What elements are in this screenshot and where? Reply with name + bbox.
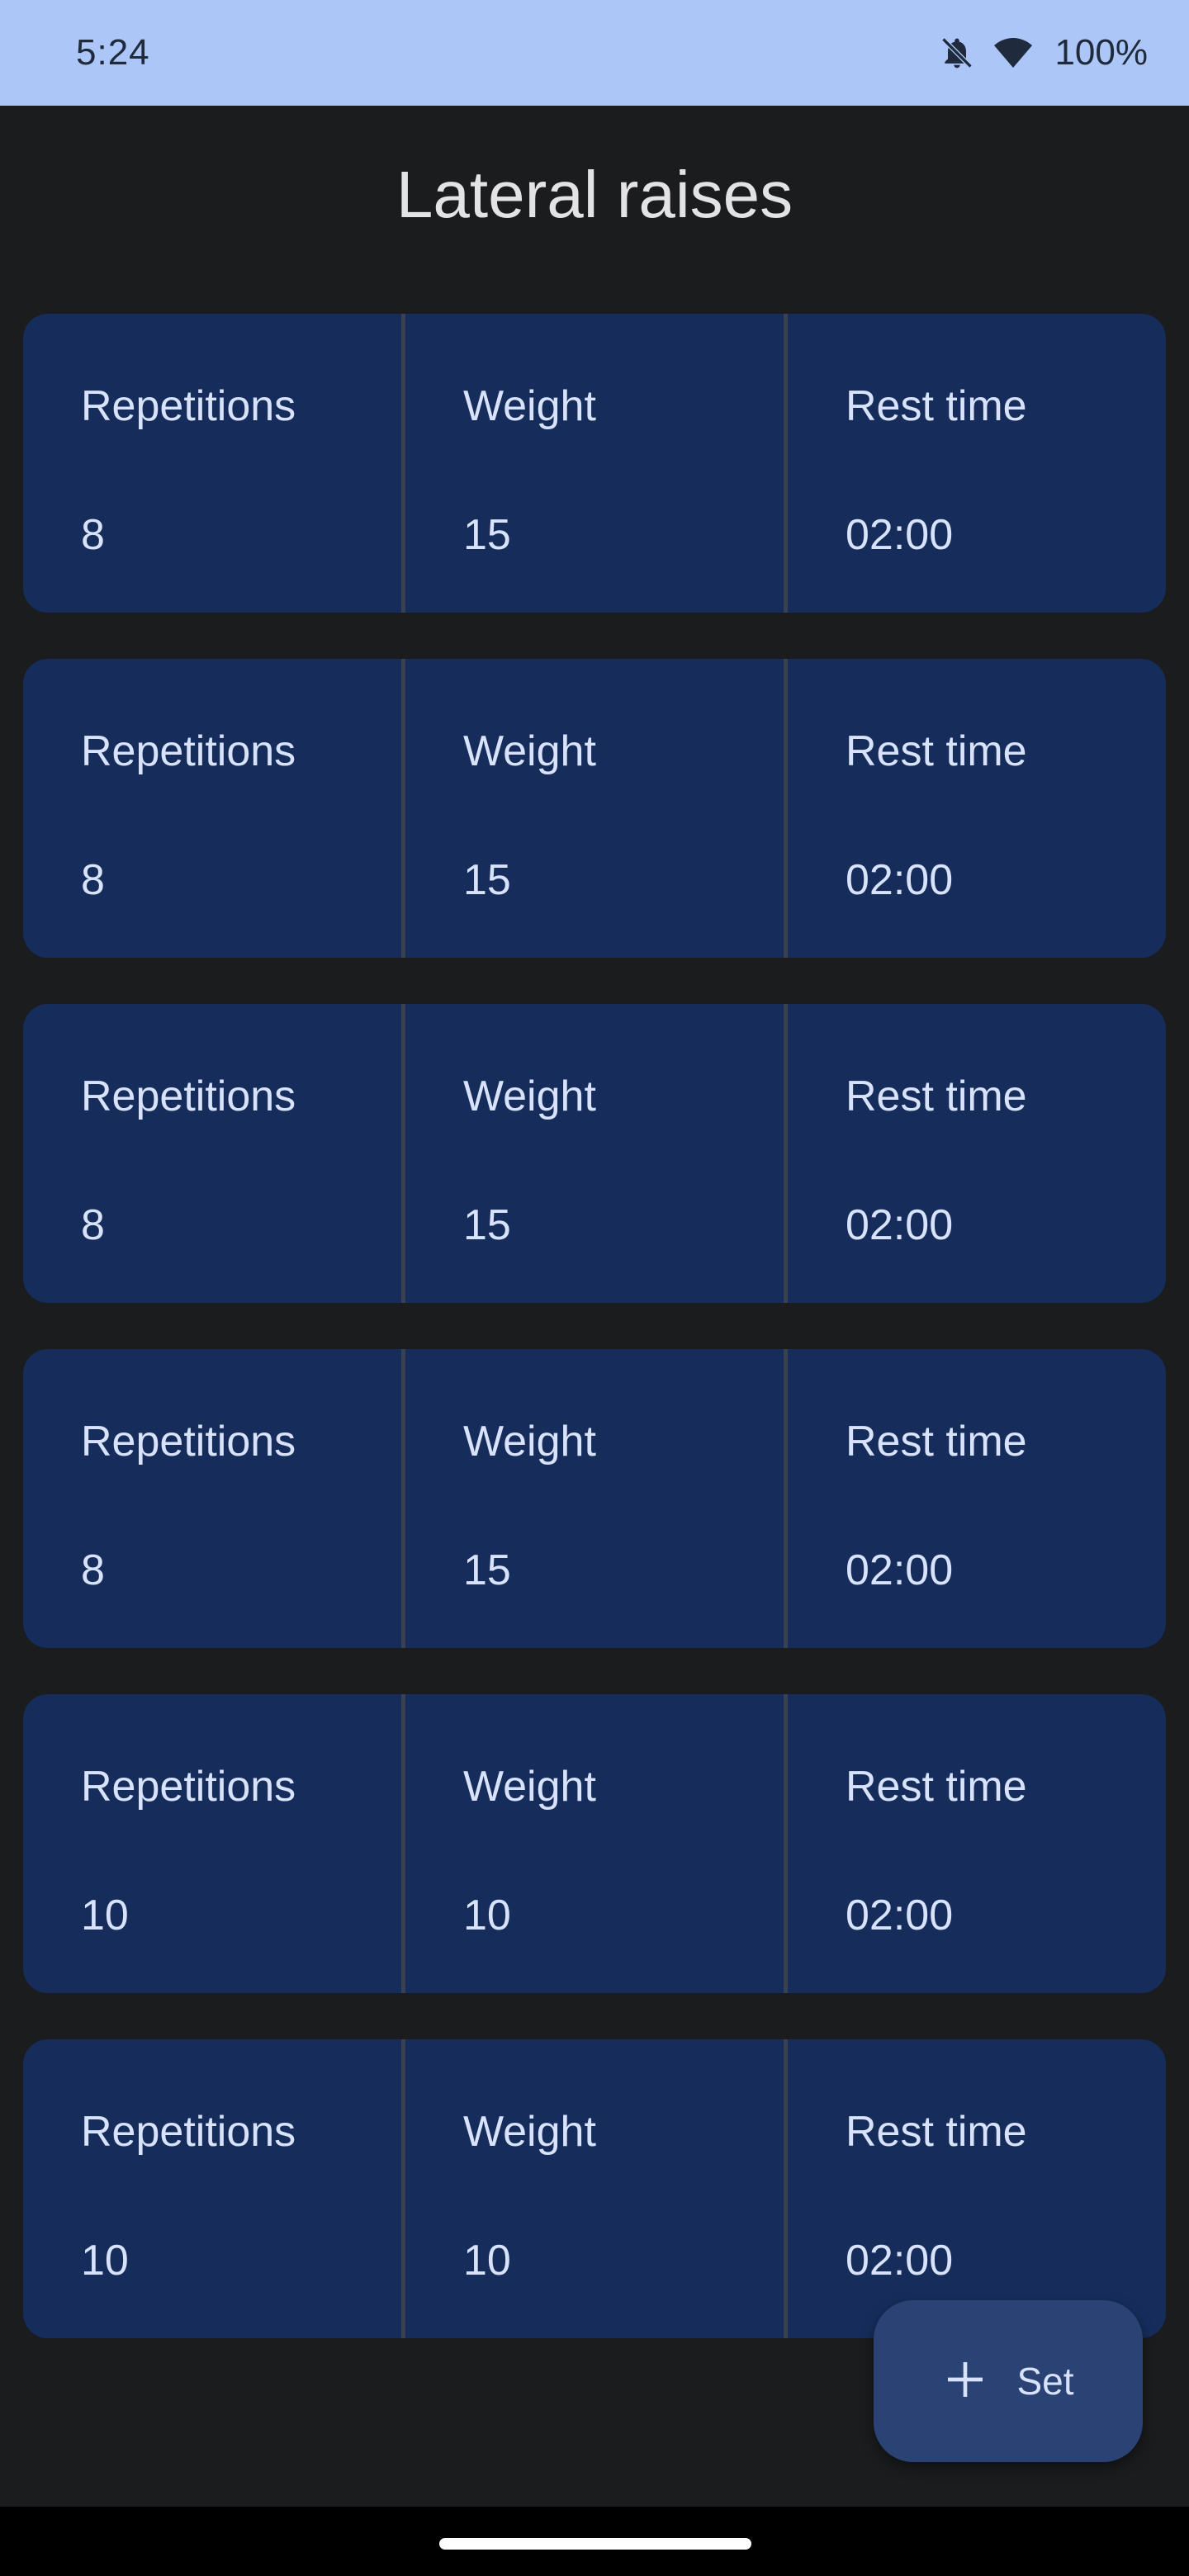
add-set-label: Set <box>1016 2360 1074 2403</box>
notifications-off-icon <box>937 33 977 73</box>
weight-label: Weight <box>463 2108 596 2156</box>
repetitions-cell[interactable]: Repetitions 8 <box>23 314 405 613</box>
navigation-bar <box>0 2507 1189 2576</box>
weight-value: 10 <box>463 2237 511 2285</box>
rest-time-value: 02:00 <box>846 1201 954 1249</box>
repetitions-value: 8 <box>81 511 105 559</box>
rest-time-cell[interactable]: Rest time 02:00 <box>788 314 1166 613</box>
weight-label: Weight <box>463 727 596 775</box>
set-card[interactable]: Repetitions 10 Weight 10 Rest time 02:00 <box>23 1694 1166 1993</box>
rest-time-value: 02:00 <box>846 856 954 904</box>
rest-time-label: Rest time <box>846 2108 1027 2156</box>
rest-time-value: 02:00 <box>846 1892 954 1939</box>
rest-time-label: Rest time <box>846 1418 1027 1466</box>
repetitions-label: Repetitions <box>81 727 296 775</box>
repetitions-value: 8 <box>81 856 105 904</box>
weight-cell[interactable]: Weight 15 <box>405 314 788 613</box>
repetitions-label: Repetitions <box>81 1763 296 1811</box>
set-card[interactable]: Repetitions 8 Weight 15 Rest time 02:00 <box>23 1349 1166 1648</box>
repetitions-value: 8 <box>81 1201 105 1249</box>
page-title: Lateral raises <box>396 158 793 231</box>
rest-time-cell[interactable]: Rest time 02:00 <box>788 1004 1166 1303</box>
set-card[interactable]: Repetitions 8 Weight 15 Rest time 02:00 <box>23 314 1166 613</box>
weight-label: Weight <box>463 1418 596 1466</box>
weight-cell[interactable]: Weight 10 <box>405 1694 788 1993</box>
rest-time-cell[interactable]: Rest time 02:00 <box>788 1694 1166 1993</box>
repetitions-cell[interactable]: Repetitions 10 <box>23 1694 405 1993</box>
set-list: Repetitions 8 Weight 15 Rest time 02:00 Repeti… <box>23 314 1166 2384</box>
rest-time-value: 02:00 <box>846 511 954 559</box>
rest-time-value: 02:00 <box>846 2237 954 2285</box>
repetitions-label: Repetitions <box>81 1418 296 1466</box>
battery-level: 100% <box>1054 32 1148 73</box>
repetitions-cell[interactable]: Repetitions 8 <box>23 659 405 958</box>
repetitions-cell[interactable]: Repetitions 8 <box>23 1349 405 1648</box>
rest-time-label: Rest time <box>846 727 1027 775</box>
repetitions-label: Repetitions <box>81 2108 296 2156</box>
status-bar: 5:24 100% <box>0 0 1189 106</box>
plus-icon <box>942 2356 988 2407</box>
weight-label: Weight <box>463 1073 596 1120</box>
weight-value: 10 <box>463 1892 511 1939</box>
rest-time-cell[interactable]: Rest time 02:00 <box>788 659 1166 958</box>
rest-time-label: Rest time <box>846 1763 1027 1811</box>
rest-time-cell[interactable]: Rest time 02:00 <box>788 1349 1166 1648</box>
weight-cell[interactable]: Weight 10 <box>405 2039 788 2338</box>
set-card[interactable]: Repetitions 8 Weight 15 Rest time 02:00 <box>23 1004 1166 1303</box>
weight-cell[interactable]: Weight 15 <box>405 1004 788 1303</box>
repetitions-cell[interactable]: Repetitions 8 <box>23 1004 405 1303</box>
weight-label: Weight <box>463 382 596 430</box>
repetitions-label: Repetitions <box>81 1073 296 1120</box>
weight-cell[interactable]: Weight 15 <box>405 1349 788 1648</box>
rest-time-cell[interactable]: Rest time 02:00 <box>788 2039 1166 2338</box>
wifi-icon <box>993 33 1033 73</box>
repetitions-cell[interactable]: Repetitions 10 <box>23 2039 405 2338</box>
repetitions-label: Repetitions <box>81 382 296 430</box>
status-icons: 100% <box>937 32 1148 73</box>
weight-label: Weight <box>463 1763 596 1811</box>
set-card[interactable]: Repetitions 8 Weight 15 Rest time 02:00 <box>23 659 1166 958</box>
repetitions-value: 10 <box>81 1892 129 1939</box>
weight-value: 15 <box>463 1201 511 1249</box>
add-set-button[interactable]: Set <box>874 2300 1143 2462</box>
rest-time-label: Rest time <box>846 382 1027 430</box>
rest-time-value: 02:00 <box>846 1546 954 1594</box>
status-time: 5:24 <box>76 32 150 73</box>
weight-cell[interactable]: Weight 15 <box>405 659 788 958</box>
repetitions-value: 8 <box>81 1546 105 1594</box>
weight-value: 15 <box>463 1546 511 1594</box>
rest-time-label: Rest time <box>846 1073 1027 1120</box>
repetitions-value: 10 <box>81 2237 129 2285</box>
set-card[interactable]: Repetitions 10 Weight 10 Rest time 02:00 <box>23 2039 1166 2338</box>
weight-value: 15 <box>463 511 511 559</box>
weight-value: 15 <box>463 856 511 904</box>
home-gesture-handle[interactable] <box>439 2538 751 2550</box>
